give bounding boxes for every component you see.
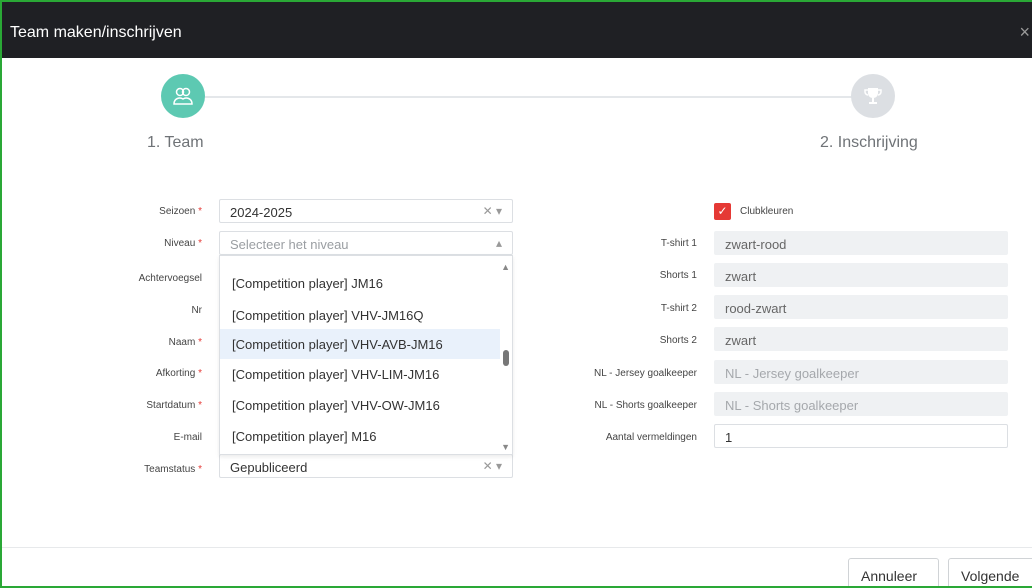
level-option[interactable]: [Competition player] JM16 — [220, 268, 500, 298]
dialog-header: Team maken/inschrijven × — [2, 2, 1032, 58]
close-icon[interactable]: × — [1019, 22, 1030, 43]
level-label: Niveau * — [164, 238, 202, 249]
shorts-goalkeeper-field[interactable]: NL - Shorts goalkeeper — [714, 392, 1008, 416]
teamstatus-label: Teamstatus * — [144, 464, 202, 475]
step-registration[interactable] — [851, 74, 895, 118]
step-registration-label: 2. Inschrijving — [820, 134, 918, 151]
jersey-goalkeeper-field[interactable]: NL - Jersey goalkeeper — [714, 360, 1008, 384]
level-placeholder: Selecteer het niveau — [230, 237, 349, 252]
level-option[interactable]: [Competition player] VHV-OW-JM16 — [220, 390, 500, 420]
shorts-goalkeeper-label: NL - Shorts goalkeeper — [594, 400, 697, 411]
level-option[interactable]: [Competition player] VHV-LIM-JM16 — [220, 359, 500, 389]
level-dropdown[interactable]: [Competition player] JM16 [Competition p… — [219, 255, 513, 455]
next-button[interactable]: Volgende — [948, 558, 1032, 586]
abbreviation-label: Afkorting * — [155, 368, 202, 379]
step-team[interactable] — [161, 74, 205, 118]
shorts1-label: Shorts 1 — [659, 270, 697, 281]
teamstatus-value: Gepubliceerd — [230, 460, 308, 475]
stepper-line — [182, 96, 882, 98]
dialog: Team maken/inschrijven × 1. Team 2. Insc… — [0, 0, 1032, 588]
mentions-input[interactable]: 1 — [714, 424, 1008, 448]
footer-divider — [2, 547, 1032, 548]
scroll-thumb[interactable] — [503, 350, 509, 366]
tshirt2-field[interactable]: rood-zwart — [714, 295, 1008, 319]
name-label: Naam * — [168, 337, 202, 348]
cancel-button[interactable]: Annuleer — [848, 558, 939, 586]
chevron-up-icon[interactable]: ▴ — [496, 236, 502, 250]
clubcolors-checkbox[interactable]: ✓ — [714, 203, 731, 220]
step-team-label: 1. Team — [147, 134, 204, 151]
clubcolors-label: Clubkleuren — [740, 206, 794, 217]
level-select[interactable]: Selecteer het niveau ▴ — [219, 231, 513, 255]
level-option[interactable]: [Competition player] VHV-JM16Q — [220, 300, 500, 330]
dialog-title: Team maken/inschrijven — [10, 24, 182, 41]
clear-chevron-icon[interactable]: ✕ ▾ — [483, 204, 502, 218]
shorts2-field[interactable]: zwart — [714, 327, 1008, 351]
mentions-label: Aantal vermeldingen — [605, 432, 697, 443]
suffix-label: Achtervoegsel — [138, 273, 202, 284]
season-value: 2024-2025 — [230, 205, 293, 220]
team-icon — [173, 87, 193, 105]
clear-chevron-icon[interactable]: ✕ ▾ — [483, 459, 502, 473]
trophy-icon — [864, 88, 882, 104]
tshirt2-label: T-shirt 2 — [660, 303, 697, 314]
teamstatus-select[interactable]: Gepubliceerd ✕ ▾ — [219, 454, 513, 478]
tshirt1-field[interactable]: zwart-rood — [714, 231, 1008, 255]
tshirt1-label: T-shirt 1 — [660, 238, 697, 249]
stepper: 1. Team 2. Inschrijving — [2, 58, 1032, 178]
shorts2-label: Shorts 2 — [659, 335, 697, 346]
startdate-label: Startdatum * — [146, 400, 202, 411]
level-option[interactable]: [Competition player] M16 — [220, 421, 500, 451]
season-label: Seizoen * — [159, 206, 202, 217]
season-select[interactable]: 2024-2025 ✕ ▾ — [219, 199, 513, 223]
scroll-up-icon[interactable]: ▲ — [501, 262, 510, 272]
nr-label: Nr — [191, 305, 202, 316]
scroll-down-icon[interactable]: ▼ — [501, 442, 510, 452]
level-option-highlighted[interactable]: [Competition player] VHV-AVB-JM16 — [220, 329, 500, 359]
shorts1-field[interactable]: zwart — [714, 263, 1008, 287]
email-label: E-mail — [173, 432, 202, 443]
jersey-goalkeeper-label: NL - Jersey goalkeeper — [593, 368, 697, 379]
dropdown-scrollbar[interactable]: ▲ ▼ — [500, 256, 512, 454]
